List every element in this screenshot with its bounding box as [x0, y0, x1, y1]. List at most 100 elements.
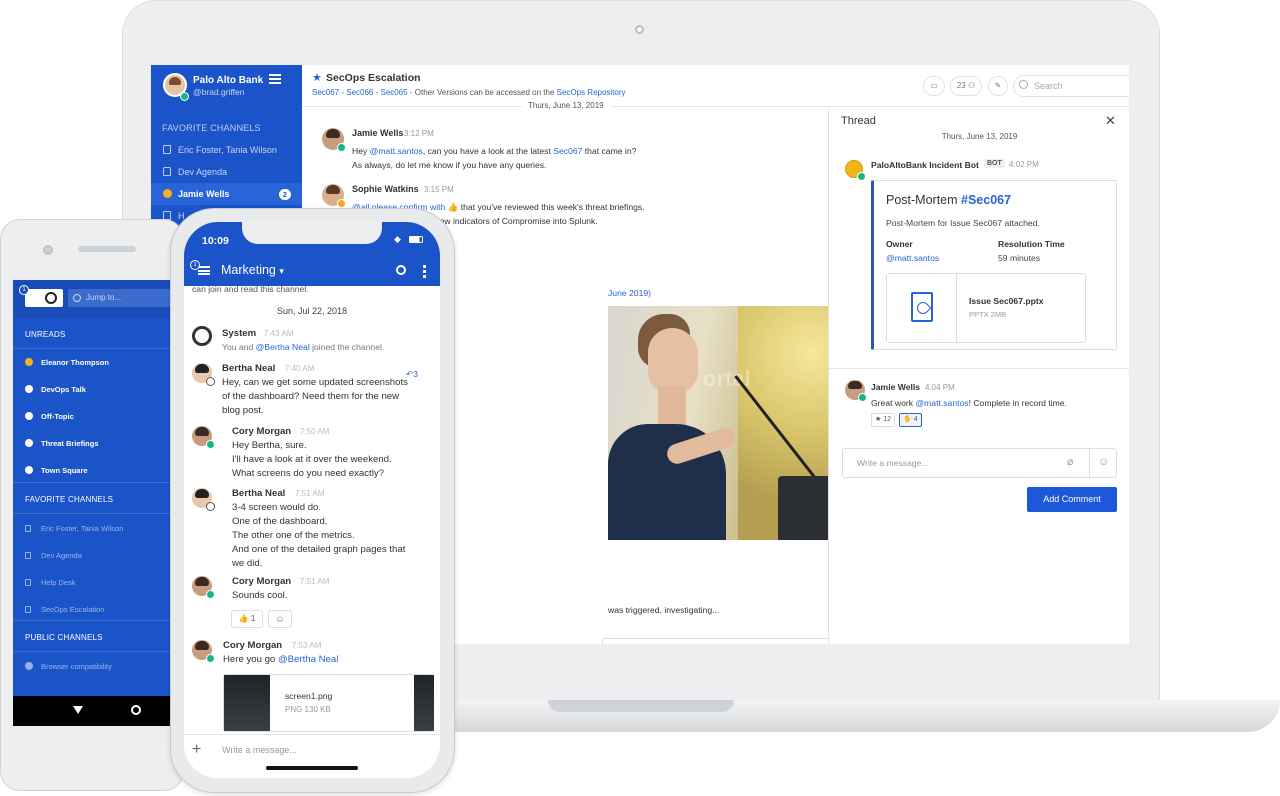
date-separator: Sun, Jul 22, 2018 — [276, 306, 348, 316]
channel-item[interactable]: Eleanor Thompson — [25, 358, 109, 367]
sidebar-item-dev-agenda[interactable]: Dev Agenda — [151, 161, 302, 183]
add-comment-button[interactable]: Add Comment — [1027, 487, 1117, 512]
card-text: Post-Mortem for Issue Sec067 attached. — [886, 218, 1040, 228]
post-author[interactable]: Bertha Neal — [222, 363, 275, 374]
reply-count-button[interactable]: ↶3 — [406, 369, 418, 380]
channel-item[interactable]: Eric Foster, Tania Wilson — [25, 524, 123, 533]
home-icon[interactable] — [131, 705, 141, 715]
field-label: Owner — [886, 239, 913, 249]
post-author[interactable]: Cory Morgan — [223, 640, 282, 651]
unread-badge: 1 — [190, 260, 200, 270]
date-separator: Thurs, June 13, 2019 — [522, 101, 610, 110]
hashtag-link[interactable]: #Sec067 — [961, 193, 1011, 207]
reaction-button[interactable]: ✋ 4 — [899, 413, 922, 427]
post-text: joined the channel. — [309, 342, 385, 352]
reaction-button[interactable]: 👍 1 — [231, 610, 263, 628]
channel-item[interactable]: Threat Briefings — [25, 439, 99, 448]
thread-reply-input[interactable]: Write a message... — [842, 448, 1117, 478]
post-text: Hey, can we get some updated screenshots — [222, 377, 408, 388]
post-text: we did. — [232, 558, 263, 569]
member-count-button[interactable]: 23 ⚇ — [950, 76, 982, 96]
link-sec066[interactable]: Sec066 — [346, 88, 373, 97]
reaction-count: 4 — [913, 416, 918, 423]
post-text: 3-4 screen would do. — [232, 502, 322, 513]
link-sec067[interactable]: Sec067 — [553, 146, 582, 156]
search-input[interactable]: Search — [1013, 75, 1129, 97]
message-input[interactable]: Write a message... — [222, 745, 297, 755]
channel-item[interactable]: Browser compatibility — [25, 662, 112, 671]
more-options-icon[interactable] — [423, 265, 426, 278]
channel-item[interactable]: DevOps Talk — [25, 385, 86, 394]
section-unreads: UNREADS — [25, 330, 66, 339]
reaction-button[interactable]: ★ 12 — [871, 413, 896, 427]
post-text: The other one of the metrics. — [232, 530, 355, 541]
channel-item[interactable]: SecOps Escalation — [25, 605, 104, 614]
post-text: I'll have a look at it over the weekend. — [232, 454, 392, 465]
link-sec065[interactable]: Sec065 — [381, 88, 408, 97]
owner-mention[interactable]: @matt.santos — [886, 253, 939, 263]
thread-title: Thread — [841, 115, 876, 127]
post-author[interactable]: Sophie Watkins — [352, 184, 419, 194]
team-switcher[interactable] — [25, 289, 63, 307]
link-sec067[interactable]: Sec067 — [312, 88, 339, 97]
channel-name[interactable]: SecOps Escalation — [326, 72, 421, 84]
post-author[interactable]: Bertha Neal — [232, 488, 285, 499]
channel-item[interactable]: Town Square — [25, 466, 88, 475]
sidebar-item-jamie-wells[interactable]: Jamie Wells 2 — [151, 183, 302, 205]
post-author[interactable]: PaloAltoBank Incident Bot — [871, 160, 979, 170]
lock-icon — [163, 167, 171, 176]
mattermost-logo-icon — [45, 292, 57, 304]
channel-item[interactable]: Dev Agenda — [25, 551, 82, 560]
emoji-picker-icon[interactable]: ☺ — [1089, 448, 1117, 478]
team-username: @brad.griffen — [193, 87, 245, 97]
hamburger-menu-icon[interactable] — [198, 266, 210, 275]
post-author[interactable]: Jamie Wells — [871, 382, 920, 392]
person-icon: ⚇ — [967, 81, 976, 90]
post-time: 7:53 AM — [292, 641, 322, 650]
jump-to-input[interactable]: Jump to... — [68, 289, 173, 307]
search-icon[interactable] — [396, 265, 406, 275]
add-reaction-button[interactable]: ☺ — [268, 610, 292, 628]
member-count: 23 — [956, 81, 966, 90]
favorite-star-icon[interactable]: ★ — [312, 71, 322, 84]
clap-emoji-icon: ✋ — [903, 416, 912, 423]
channel-item[interactable]: Off-Topic — [25, 412, 74, 421]
hamburger-menu-icon[interactable] — [269, 74, 281, 84]
channel-label: Eleanor Thompson — [41, 358, 109, 367]
add-attachment-icon[interactable]: + — [192, 741, 201, 759]
sidebar-item-eric-tania[interactable]: Eric Foster, Tania Wilson — [151, 139, 302, 161]
channel-item[interactable]: Help Desk — [25, 578, 76, 587]
post-author[interactable]: Cory Morgan — [232, 426, 291, 437]
lock-icon — [25, 606, 31, 613]
link-text[interactable]: June 2019) — [608, 288, 651, 298]
chevron-down-icon[interactable]: ⌄ — [412, 72, 419, 81]
mention-link[interactable]: @matt.santos — [370, 146, 423, 156]
back-icon[interactable] — [73, 706, 83, 714]
file-attachment[interactable]: Issue Sec067.pptx PPTX 2MB — [886, 273, 1086, 343]
online-status-icon — [858, 393, 867, 402]
channel-title[interactable]: Marketing ▾ — [221, 263, 284, 277]
post-author[interactable]: Cory Morgan — [232, 576, 291, 587]
attachment-icon[interactable]: ⌀ — [1067, 455, 1074, 468]
group-message-icon — [163, 145, 171, 154]
post-time: 7:40 AM — [285, 364, 315, 373]
video-call-button[interactable]: ▭ — [923, 76, 945, 96]
online-status-icon — [206, 590, 215, 599]
link-secops-repository[interactable]: SecOps Repository — [557, 88, 626, 97]
status-bar: 10:09 ◆ — [184, 222, 440, 258]
mention-link[interactable]: @matt.santos — [915, 398, 968, 408]
post-author[interactable]: Jamie Wells — [352, 128, 403, 138]
divider — [829, 368, 1129, 369]
pin-button[interactable]: ✎ — [988, 76, 1008, 96]
home-indicator — [266, 766, 358, 770]
laptop-notch — [548, 700, 734, 712]
speaker-photo[interactable]: ortal — [608, 306, 858, 540]
mention-link[interactable]: @Bertha Neal — [256, 342, 310, 352]
sidebar-item-label: Dev Agenda — [178, 167, 228, 177]
field-label: Resolution Time — [998, 239, 1065, 249]
search-icon — [73, 294, 81, 302]
file-attachment[interactable]: screen1.png PNG 130 KB — [223, 674, 434, 732]
close-icon[interactable]: ✕ — [1105, 113, 1116, 129]
post-text: blog post. — [222, 405, 264, 416]
mention-link[interactable]: @Bertha Neal — [278, 654, 338, 665]
